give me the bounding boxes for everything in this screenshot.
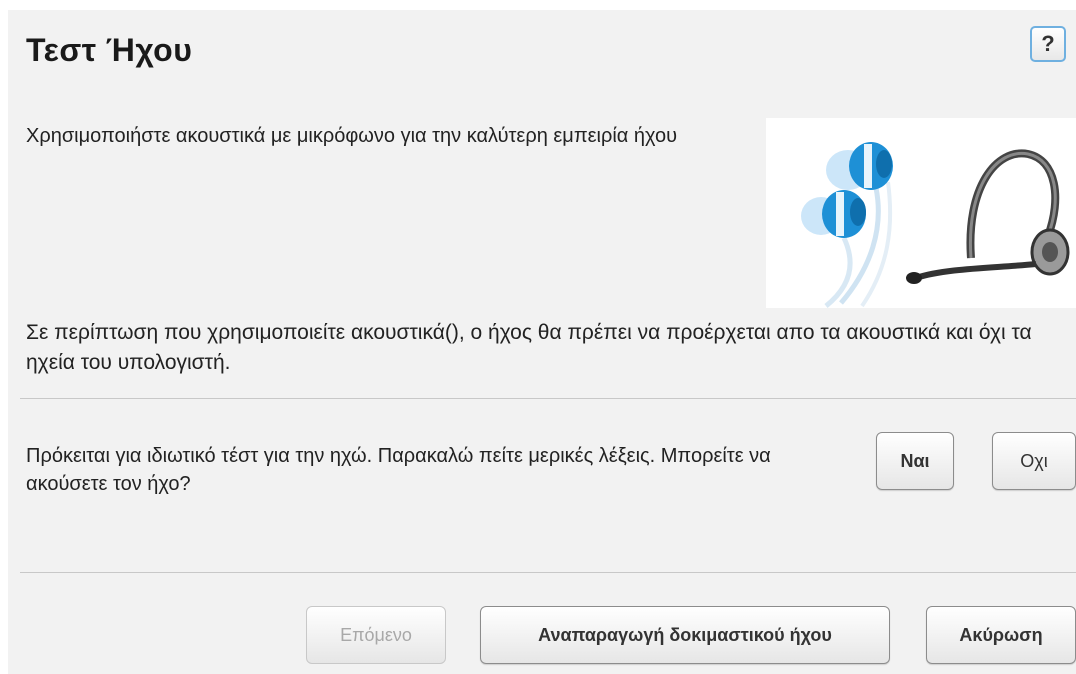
no-button[interactable]: Οχι	[992, 432, 1076, 490]
intro-text: Χρησιμοποιήστε ακουστικά με μικρόφωνο γι…	[26, 125, 678, 147]
play-test-sound-button[interactable]: Αναπαραγωγή δοκιμαστικού ήχου	[480, 606, 890, 664]
cancel-button[interactable]: Ακύρωση	[926, 606, 1076, 664]
yes-button[interactable]: Ναι	[876, 432, 954, 490]
echo-question: Πρόκειται για ιδιωτικό τέστ για την ηχώ.…	[26, 445, 771, 495]
help-button[interactable]: ?	[1030, 26, 1066, 62]
headset-image	[766, 118, 1076, 308]
next-button[interactable]: Επόμενο	[306, 606, 446, 664]
earphones-headset-icon	[801, 142, 1070, 308]
divider	[20, 572, 1076, 573]
divider	[20, 398, 1076, 399]
dialog-title: Τεστ Ήχου	[26, 32, 193, 68]
sound-test-dialog: Τεστ Ήχου ? Χρησιμοποιήστε ακουστικά με …	[8, 10, 1076, 674]
headphone-note: Σε περίπτωση που χρησιμοποιείτε ακουστικ…	[26, 321, 1032, 374]
